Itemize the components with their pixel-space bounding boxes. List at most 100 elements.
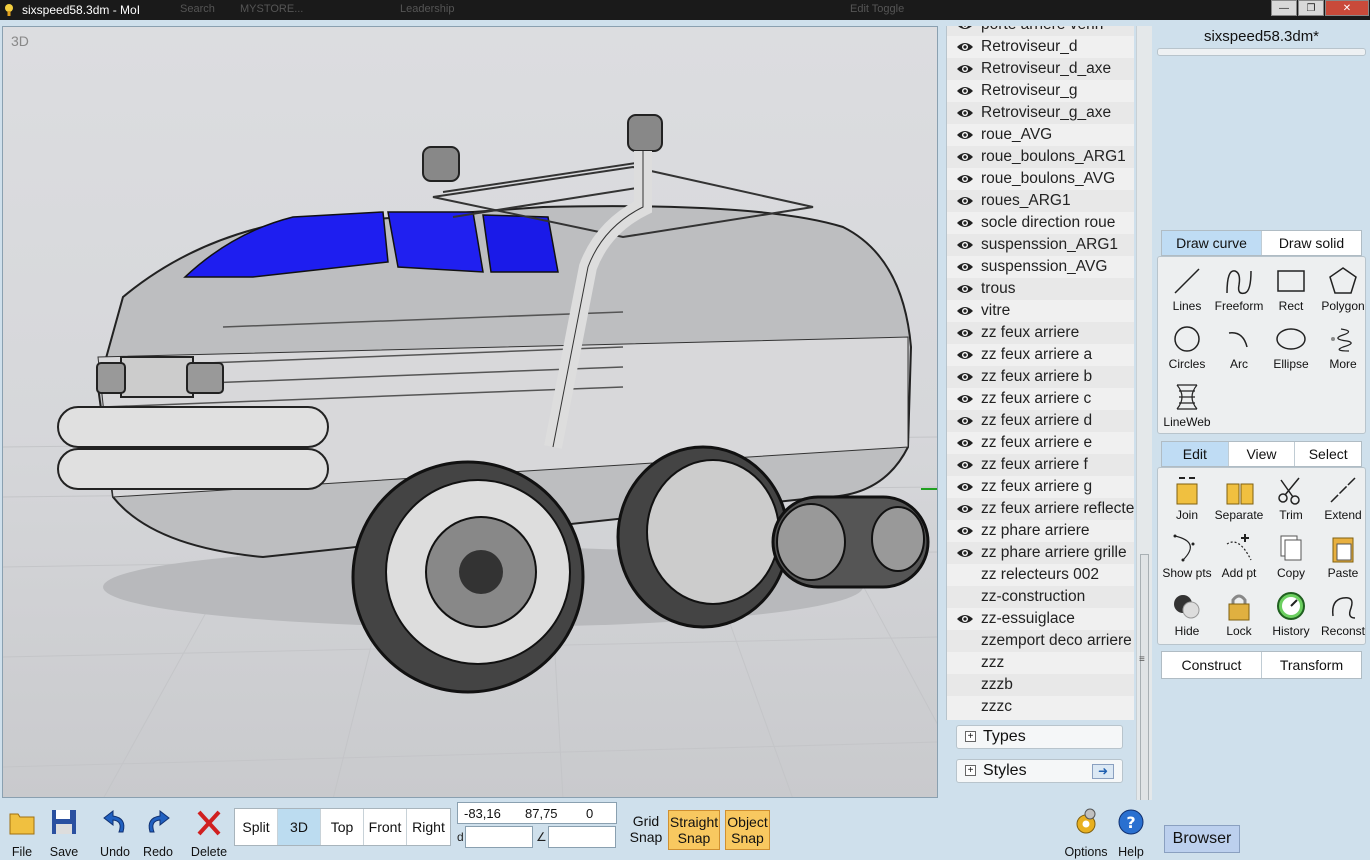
layer-row[interactable]: zz feux arriere xyxy=(947,322,1134,344)
eye-visibility-icon[interactable] xyxy=(956,85,974,97)
eye-visibility-icon[interactable] xyxy=(956,239,974,251)
view-3d-button[interactable]: 3D xyxy=(278,809,321,845)
expand-icon[interactable]: + xyxy=(965,731,976,742)
view-top-button[interactable]: Top xyxy=(321,809,364,845)
tab-edit[interactable]: Edit xyxy=(1162,442,1229,466)
layer-row[interactable]: porte arriere verin xyxy=(947,26,1134,36)
eye-visibility-icon[interactable] xyxy=(956,217,974,229)
layer-row[interactable]: roue_AVG xyxy=(947,124,1134,146)
layer-row[interactable]: zz phare arriere grille xyxy=(947,542,1134,564)
viewport-3d[interactable]: 3D xyxy=(2,26,938,798)
layer-row[interactable]: roue_boulons_ARG1 xyxy=(947,146,1134,168)
tab-view[interactable]: View xyxy=(1228,442,1296,466)
eye-visibility-icon[interactable] xyxy=(956,151,974,163)
tool-extend[interactable]: Extend xyxy=(1315,474,1370,530)
eye-visibility-icon[interactable] xyxy=(956,305,974,317)
straight-snap-toggle[interactable]: Straight Snap xyxy=(668,810,720,850)
eye-visibility-icon[interactable] xyxy=(956,415,974,427)
tool-polygon[interactable]: Polygon xyxy=(1315,265,1370,321)
eye-visibility-icon[interactable] xyxy=(956,459,974,471)
view-right-button[interactable]: Right xyxy=(407,809,450,845)
eye-visibility-icon[interactable] xyxy=(956,481,974,493)
layer-row[interactable]: zzz xyxy=(947,652,1134,674)
minimize-button[interactable]: — xyxy=(1271,0,1297,16)
eye-visibility-icon[interactable] xyxy=(956,393,974,405)
maximize-button[interactable]: ❐ xyxy=(1298,0,1324,16)
layer-row[interactable]: socle direction roue xyxy=(947,212,1134,234)
eye-visibility-icon[interactable] xyxy=(956,41,974,53)
eye-visibility-icon[interactable] xyxy=(956,129,974,141)
arrow-right-icon[interactable]: ➜ xyxy=(1092,764,1114,779)
tab-construct[interactable]: Construct xyxy=(1162,652,1262,678)
tool-lineweb[interactable]: LineWeb xyxy=(1159,381,1215,437)
grid-snap-toggle[interactable]: Grid Snap xyxy=(626,810,666,850)
layer-row[interactable]: zz feux arriere reflecte xyxy=(947,498,1134,520)
tab-draw-solid[interactable]: Draw solid xyxy=(1262,231,1361,255)
layer-row[interactable]: zz feux arriere e xyxy=(947,432,1134,454)
angle-input[interactable] xyxy=(548,826,616,848)
eye-visibility-icon[interactable] xyxy=(956,613,974,625)
layer-row[interactable]: Retroviseur_d xyxy=(947,36,1134,58)
eye-visibility-icon[interactable] xyxy=(956,173,974,185)
layer-row[interactable]: zz-construction xyxy=(947,586,1134,608)
eye-visibility-icon[interactable] xyxy=(956,63,974,75)
tool-paste[interactable]: Paste xyxy=(1315,532,1370,588)
eye-visibility-icon[interactable] xyxy=(956,503,974,515)
layer-row[interactable]: trous xyxy=(947,278,1134,300)
layer-row[interactable]: zz phare arriere xyxy=(947,520,1134,542)
scrollbar-thumb[interactable] xyxy=(1140,554,1149,810)
layer-row[interactable]: zz feux arriere d xyxy=(947,410,1134,432)
layer-row[interactable]: zz relecteurs 002 xyxy=(947,564,1134,586)
layer-row[interactable]: zzemport deco arriere xyxy=(947,630,1134,652)
layers-scrollbar[interactable]: ≡ xyxy=(1136,26,1152,810)
layers-list[interactable]: porte arriere verin Retroviseur_d Retrovis… xyxy=(946,26,1134,720)
save-button[interactable]: Save xyxy=(42,804,86,859)
expand-icon[interactable]: + xyxy=(965,765,976,776)
layer-row[interactable]: Retroviseur_d_axe xyxy=(947,58,1134,80)
types-section[interactable]: + Types xyxy=(956,725,1123,749)
layer-row[interactable]: Retroviseur_g xyxy=(947,80,1134,102)
layer-row[interactable]: zz feux arriere b xyxy=(947,366,1134,388)
layer-row[interactable]: Retroviseur_g_axe xyxy=(947,102,1134,124)
eye-visibility-icon[interactable] xyxy=(956,525,974,537)
view-split-button[interactable]: Split xyxy=(235,809,278,845)
layer-row[interactable]: zz feux arriere f xyxy=(947,454,1134,476)
styles-section[interactable]: + Styles ➜ xyxy=(956,759,1123,783)
tool-reconst[interactable]: Reconst xyxy=(1315,590,1370,646)
layer-row[interactable]: zz feux arriere a xyxy=(947,344,1134,366)
eye-visibility-icon[interactable] xyxy=(956,371,974,383)
help-button[interactable]: ? Help xyxy=(1109,804,1153,859)
tool-more[interactable]: More xyxy=(1315,323,1370,379)
layer-row[interactable]: zz-essuiglace xyxy=(947,608,1134,630)
eye-visibility-icon[interactable] xyxy=(956,327,974,339)
tab-draw-curve[interactable]: Draw curve xyxy=(1162,231,1262,255)
view-front-button[interactable]: Front xyxy=(364,809,407,845)
layer-row[interactable]: zzzb xyxy=(947,674,1134,696)
eye-visibility-icon[interactable] xyxy=(956,349,974,361)
layer-row[interactable]: zzzc xyxy=(947,696,1134,718)
eye-visibility-icon[interactable] xyxy=(956,261,974,273)
layer-row[interactable]: roues_ARG1 xyxy=(947,190,1134,212)
close-button[interactable]: ✕ xyxy=(1325,0,1369,16)
redo-button[interactable]: Redo xyxy=(136,804,180,859)
layer-row[interactable]: roue_boulons_AVG xyxy=(947,168,1134,190)
tab-transform[interactable]: Transform xyxy=(1262,652,1361,678)
delete-button[interactable]: Delete xyxy=(187,804,231,859)
layer-row[interactable]: suspenssion_AVG xyxy=(947,256,1134,278)
tab-select[interactable]: Select xyxy=(1295,442,1362,466)
layer-row[interactable]: zz feux arriere c xyxy=(947,388,1134,410)
options-button[interactable]: Options xyxy=(1064,804,1108,859)
eye-visibility-icon[interactable] xyxy=(956,547,974,559)
layer-row[interactable]: suspenssion_ARG1 xyxy=(947,234,1134,256)
eye-visibility-icon[interactable] xyxy=(956,283,974,295)
layer-row[interactable]: vitre xyxy=(947,300,1134,322)
layer-row[interactable]: zz feux arriere g xyxy=(947,476,1134,498)
eye-visibility-icon[interactable] xyxy=(956,26,974,31)
eye-visibility-icon[interactable] xyxy=(956,107,974,119)
browser-button[interactable]: Browser xyxy=(1164,825,1240,853)
eye-visibility-icon[interactable] xyxy=(956,437,974,449)
object-snap-toggle[interactable]: Object Snap xyxy=(725,810,770,850)
eye-visibility-icon[interactable] xyxy=(956,195,974,207)
distance-input[interactable] xyxy=(465,826,533,848)
layer-name: roue_AVG xyxy=(981,126,1053,143)
